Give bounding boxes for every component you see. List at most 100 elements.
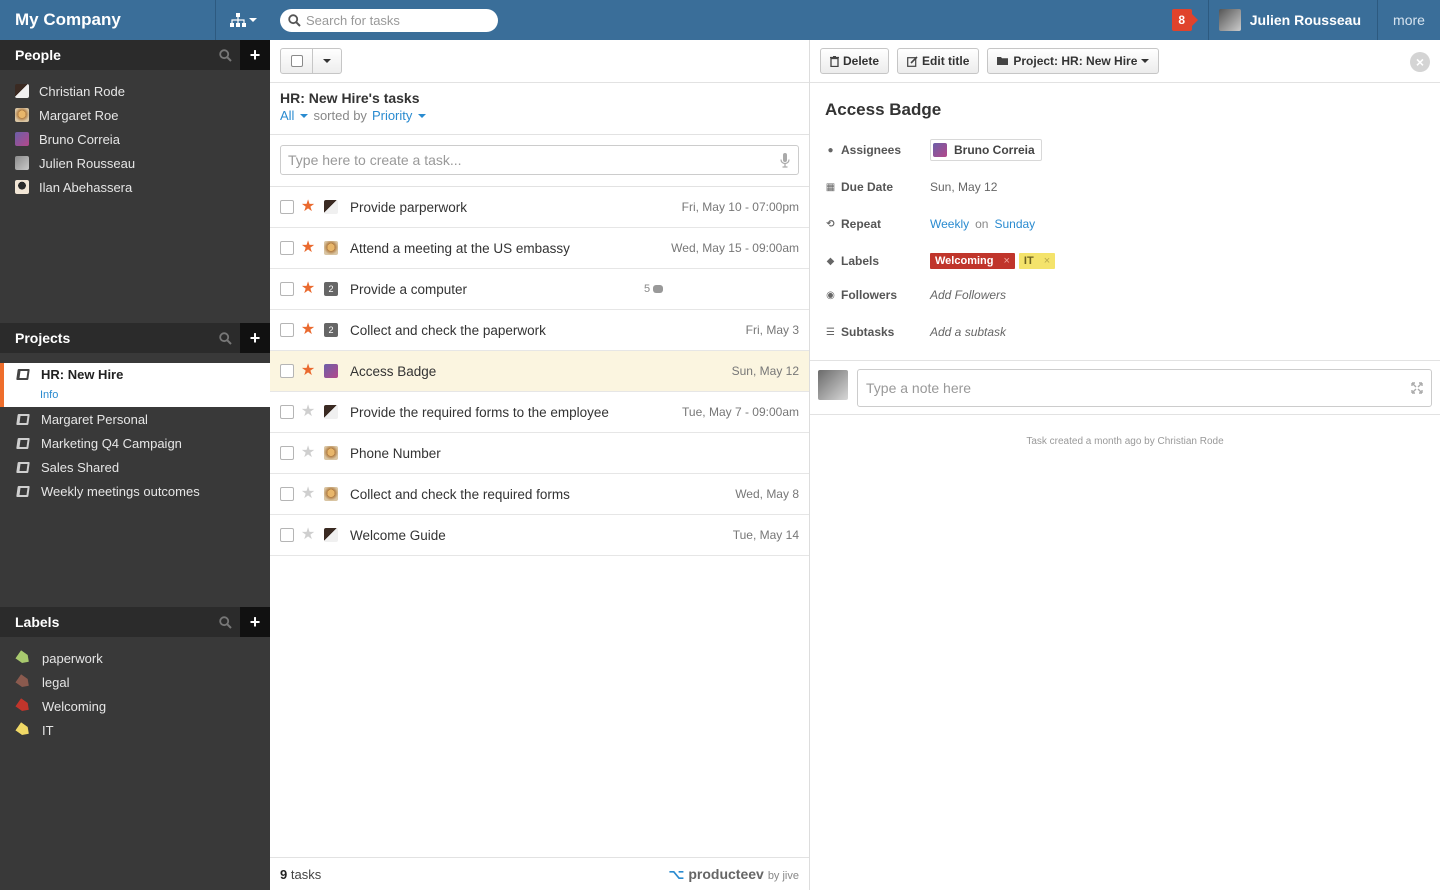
book-icon [16, 368, 30, 380]
projects-list: HR: New Hire Info Margaret Personal Mark… [0, 363, 270, 503]
tag-icon [15, 674, 31, 690]
avatar [324, 446, 338, 460]
star-icon[interactable]: ★ [300, 363, 316, 379]
avatar [15, 156, 29, 170]
microphone-icon[interactable] [780, 152, 790, 168]
star-icon[interactable]: ★ [300, 322, 316, 338]
task-checkbox[interactable] [280, 364, 294, 378]
project-dropdown[interactable]: Project: HR: New Hire [987, 48, 1160, 74]
sidebar-item-julien-rousseau[interactable]: Julien Rousseau [0, 151, 270, 175]
star-icon[interactable]: ★ [300, 199, 316, 215]
remove-label-icon[interactable]: × [1039, 255, 1055, 267]
create-task-input[interactable] [288, 152, 780, 168]
sidebar-item-hr-new-hire[interactable]: HR: New Hire Info [0, 363, 270, 407]
avatar [933, 143, 947, 157]
note-input[interactable] [866, 380, 1411, 396]
edit-title-button[interactable]: Edit title [897, 48, 980, 74]
list-icon: ☰ [826, 326, 835, 338]
avatar [324, 364, 338, 378]
add-project-button[interactable]: + [240, 323, 270, 353]
user-icon: ● [827, 144, 834, 156]
avatar [15, 132, 29, 146]
sidebar-item-sales-shared[interactable]: Sales Shared [0, 455, 270, 479]
table-row[interactable]: ★ Provide parperwork Fri, May 10 - 07:00… [270, 187, 809, 228]
task-name: Provide parperwork [350, 199, 468, 215]
sidebar-item-weekly-meetings[interactable]: Weekly meetings outcomes [0, 479, 270, 503]
task-checkbox[interactable] [280, 405, 294, 419]
table-row[interactable]: ★ Phone Number [270, 433, 809, 474]
avatar [324, 200, 338, 214]
star-icon[interactable]: ★ [300, 445, 316, 461]
task-checkbox[interactable] [280, 282, 294, 296]
subtasks-row: ☰ Subtasks Add a subtask [826, 325, 1007, 339]
repeat-day[interactable]: Sunday [994, 217, 1035, 231]
assignee-chip[interactable]: Bruno Correia [930, 139, 1042, 161]
repeat-frequency[interactable]: Weekly [930, 217, 969, 231]
add-followers-link[interactable]: Add Followers [930, 288, 1006, 302]
more-button[interactable]: more [1378, 12, 1440, 28]
projects-search-button[interactable] [210, 323, 240, 353]
label-chip-welcoming[interactable]: Welcoming × [930, 253, 1015, 269]
sidebar-item-label-welcoming[interactable]: Welcoming [0, 694, 270, 718]
add-subtask-link[interactable]: Add a subtask [930, 325, 1006, 339]
due-date-value[interactable]: Sun, May 12 [930, 180, 997, 194]
sidebar-item-margaret-roe[interactable]: Margaret Roe [0, 103, 270, 127]
task-checkbox[interactable] [280, 446, 294, 460]
expand-icon[interactable] [1411, 382, 1423, 394]
select-all-checkbox[interactable] [281, 49, 313, 73]
star-icon[interactable]: ★ [300, 281, 316, 297]
people-search-button[interactable] [210, 40, 240, 70]
org-chart-menu-button[interactable] [216, 0, 270, 40]
user-menu[interactable]: Julien Rousseau [1207, 0, 1378, 40]
remove-label-icon[interactable]: × [998, 255, 1014, 267]
table-row[interactable]: ★ Welcome Guide Tue, May 14 [270, 515, 809, 556]
table-row[interactable]: ★ 2 Collect and check the paperwork Fri,… [270, 310, 809, 351]
delete-button[interactable]: Delete [820, 48, 890, 74]
table-row-selected[interactable]: ★ Access Badge Sun, May 12 [270, 351, 809, 392]
task-detail-panel: Delete Edit title Project: HR: New Hire … [810, 40, 1440, 890]
assignee-count-badge: 2 [324, 282, 338, 296]
sidebar-item-bruno-correia[interactable]: Bruno Correia [0, 127, 270, 151]
task-checkbox[interactable] [280, 487, 294, 501]
sidebar-item-label-legal[interactable]: legal [0, 670, 270, 694]
notification-badge[interactable]: 8 [1171, 9, 1198, 31]
company-name[interactable]: My Company [0, 0, 216, 40]
task-checkbox[interactable] [280, 241, 294, 255]
sidebar-item-label-paperwork[interactable]: paperwork [0, 646, 270, 670]
people-list: Christian Rode Margaret Roe Bruno Correi… [0, 79, 270, 199]
create-task-field [280, 145, 799, 175]
table-row[interactable]: ★ Attend a meeting at the US embassy Wed… [270, 228, 809, 269]
task-checkbox[interactable] [280, 200, 294, 214]
task-checkbox[interactable] [280, 528, 294, 542]
sidebar-item-label-it[interactable]: IT [0, 718, 270, 742]
close-icon[interactable]: × [1410, 52, 1430, 72]
add-label-button[interactable]: + [240, 607, 270, 637]
sidebar-item-ilan-abehassera[interactable]: Ilan Abehassera [0, 175, 270, 199]
project-info-link[interactable]: Info [17, 385, 270, 405]
search-input[interactable] [306, 12, 486, 28]
task-title[interactable]: Access Badge [810, 83, 1440, 133]
producteev-logo[interactable]: ⌥ producteev by jive [668, 866, 799, 883]
star-icon[interactable]: ★ [300, 486, 316, 502]
people-title: People [15, 47, 61, 63]
chevron-down-icon [1141, 59, 1150, 63]
add-person-button[interactable]: + [240, 40, 270, 70]
people-header: People + [0, 40, 270, 70]
bulk-actions-dropdown[interactable] [313, 49, 341, 73]
table-row[interactable]: ★ Provide the required forms to the empl… [270, 392, 809, 433]
chevron-down-icon [300, 113, 309, 118]
star-icon[interactable]: ★ [300, 404, 316, 420]
sort-dropdown[interactable]: Priority [372, 108, 427, 123]
sidebar-item-christian-rode[interactable]: Christian Rode [0, 79, 270, 103]
sidebar-item-margaret-personal[interactable]: Margaret Personal [0, 407, 270, 431]
label-chip-it[interactable]: IT × [1018, 253, 1056, 269]
note-field [857, 369, 1432, 407]
task-checkbox[interactable] [280, 323, 294, 337]
star-icon[interactable]: ★ [300, 527, 316, 543]
table-row[interactable]: ★ Collect and check the required forms W… [270, 474, 809, 515]
star-icon[interactable]: ★ [300, 240, 316, 256]
sidebar-item-marketing-q4[interactable]: Marketing Q4 Campaign [0, 431, 270, 455]
table-row[interactable]: ★ 2 Provide a computer 5 [270, 269, 809, 310]
filter-dropdown[interactable]: All [280, 108, 309, 123]
labels-search-button[interactable] [210, 607, 240, 637]
